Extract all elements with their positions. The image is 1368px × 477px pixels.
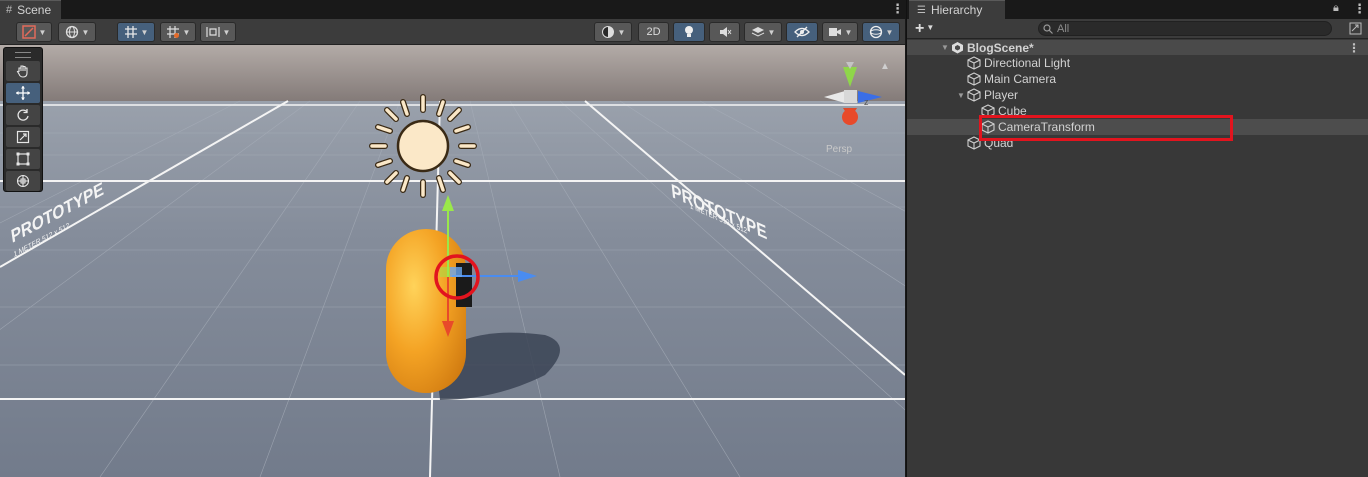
rotate-icon [17, 109, 29, 121]
svg-text:z: z [864, 97, 869, 107]
audio-toggle-button[interactable] [709, 22, 740, 42]
lock-icon[interactable]: 🔒︎ [1333, 2, 1339, 15]
gameobject-cube-icon [967, 88, 981, 102]
scene-view-canvas[interactable]: PROTOTYPE 1 METER 512 x 512 PROTOTYPE 1 … [0, 45, 905, 477]
scene-visibility-icon[interactable] [1349, 22, 1362, 35]
effects-button[interactable]: ▼ [744, 22, 782, 42]
hierarchy-more-icon[interactable]: ⋮ [1353, 2, 1366, 16]
hidden-objects-toggle-button[interactable] [786, 22, 818, 42]
gameobject-cube-icon [967, 72, 981, 86]
list-icon: ☰ [917, 4, 926, 16]
gameobject-cube-icon [967, 56, 981, 70]
rect-transform-icon [16, 152, 30, 166]
foldout-expanded-icon[interactable]: ▼ [955, 91, 967, 100]
layers-icon [751, 27, 764, 37]
tab-scene-label: Scene [17, 3, 52, 17]
tool-palette [3, 47, 43, 192]
move-tool-button[interactable] [6, 83, 40, 103]
tab-scene[interactable]: # Scene [0, 0, 62, 19]
grid-snap-icon [124, 26, 137, 38]
hierarchy-toolbar: + ▼ All [907, 19, 1368, 39]
scale-icon [16, 130, 30, 144]
hierarchy-item-main-camera[interactable]: Main Camera [907, 71, 1368, 87]
search-icon [1043, 23, 1053, 34]
increment-snap-button[interactable]: ▼ [160, 22, 196, 42]
item-label: Player [984, 88, 1019, 102]
scene-panel: # Scene ⋮ ▼ ▼ ▼ ▼ ▼ ▼ 2D ▼ ▼ ▼ PROTOTYPE… [0, 0, 905, 477]
hand-icon [16, 65, 28, 78]
gizmo-sphere-icon [869, 25, 882, 39]
hierarchy-item-directional-light[interactable]: Directional Light [907, 55, 1368, 71]
video-camera-icon [828, 28, 841, 36]
camera-settings-button[interactable]: ▼ [822, 22, 858, 42]
scene-menu-icon[interactable]: ⋮ [1348, 41, 1360, 55]
foldout-expanded-icon[interactable]: ▼ [939, 43, 951, 52]
unity-logo-icon [952, 42, 963, 54]
rect-tool-button[interactable] [6, 149, 40, 169]
scene-row[interactable]: ▼ BlogScene* ⋮ [907, 40, 1368, 55]
hand-tool-button[interactable] [6, 61, 40, 81]
more-options-icon[interactable]: ⋮ [891, 2, 904, 16]
search-placeholder: All [1057, 22, 1070, 35]
item-label: Main Camera [984, 72, 1057, 86]
toggle-2d-label: 2D [646, 26, 661, 38]
speaker-muted-icon [719, 27, 731, 37]
gizmos-button[interactable]: ▼ [862, 22, 900, 42]
skybox [0, 45, 905, 109]
align-button[interactable]: ▼ [200, 22, 236, 42]
global-local-button[interactable]: ▼ [58, 22, 96, 42]
highlight-rectangle [979, 115, 1233, 141]
scene-name: BlogScene* [967, 40, 1034, 55]
svg-text:▲: ▲ [880, 61, 890, 72]
draw-mode-icon [21, 25, 36, 39]
rotate-tool-button[interactable] [6, 105, 40, 125]
player-capsule [386, 229, 466, 393]
lighting-toggle-button[interactable] [673, 22, 705, 42]
move-arrows-icon [16, 86, 30, 100]
hierarchy-item-player[interactable]: ▼ Player [907, 87, 1368, 103]
toggle-2d-button[interactable]: 2D [638, 22, 669, 42]
item-label: Directional Light [984, 56, 1071, 70]
globe-icon [65, 25, 78, 39]
transform-icon [16, 174, 30, 188]
scene-viewport[interactable]: PROTOTYPE 1 METER 512 x 512 PROTOTYPE 1 … [0, 45, 905, 477]
grid-snap-button[interactable]: ▼ [117, 22, 155, 42]
transform-tool-button[interactable] [6, 171, 40, 191]
scale-tool-button[interactable] [6, 127, 40, 147]
create-button[interactable]: + ▼ [915, 20, 934, 38]
draw-mode-button[interactable]: ▼ [16, 22, 52, 42]
hierarchy-tabbar: ☰ Hierarchy 🔒︎ ⋮ [907, 0, 1368, 19]
scene-tabbar: # Scene ⋮ [0, 0, 905, 19]
hierarchy-search-input[interactable]: All [1038, 21, 1332, 36]
align-icon [205, 27, 220, 37]
palette-grip[interactable] [15, 52, 31, 58]
scene-toolbar: ▼ ▼ ▼ ▼ ▼ ▼ 2D ▼ ▼ ▼ [0, 19, 905, 45]
hierarchy-panel: ☰ Hierarchy 🔒︎ ⋮ + ▼ All ▼ BlogScene* ⋮ D… [906, 0, 1368, 477]
eye-hidden-icon [794, 26, 810, 38]
tab-hierarchy-label: Hierarchy [930, 3, 983, 17]
lightbulb-icon [685, 26, 693, 37]
increment-snap-icon [166, 26, 179, 38]
shading-sphere-icon [601, 26, 614, 38]
grid-icon: # [6, 4, 13, 16]
tab-hierarchy[interactable]: ☰ Hierarchy [909, 0, 1005, 19]
persp-label: Persp [826, 144, 853, 155]
shading-mode-button[interactable]: ▼ [594, 22, 632, 42]
